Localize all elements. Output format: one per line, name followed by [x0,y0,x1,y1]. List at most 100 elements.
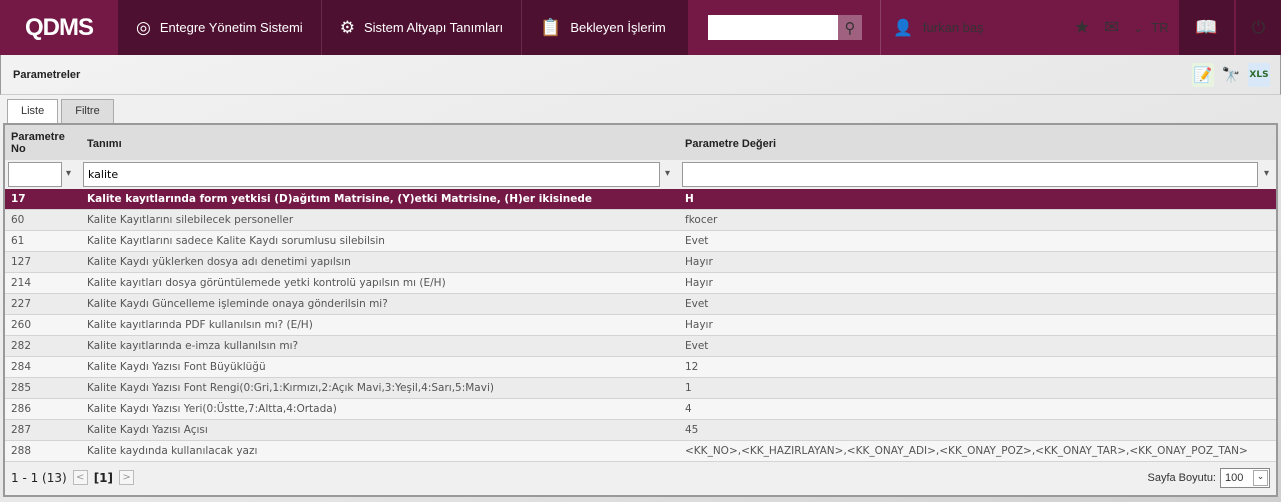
cell-deger: fkocer [685,214,718,226]
cell-no: 282 [11,340,32,352]
page-size-value: 100 [1225,472,1244,484]
user-icon: 👤 [893,19,913,37]
cell-deger: Hayır [685,319,713,331]
chevron-down-icon: ⌄ [1253,470,1268,486]
table-row[interactable]: 61 Kalite Kayıtlarını sadece Kalite Kaydı… [5,231,1276,252]
filter-icon[interactable]: ▾ [1264,168,1269,179]
cell-no: 214 [11,277,32,289]
cell-deger: Hayır [685,277,713,289]
cell-deger: 45 [685,424,699,436]
parameters-grid: Parametre No Tanımı Parametre Değeri ▾ ▾… [3,123,1278,497]
language-selector[interactable]: TR [1151,20,1168,35]
filter-tanimi-input[interactable] [83,162,660,187]
filter-no-input[interactable] [8,162,62,187]
search-input[interactable] [708,15,838,40]
cell-tanimi: Kalite Kaydı Güncelleme işleminde onaya … [87,298,388,310]
cell-tanimi: Kalite Kayıtlarını silebilecek personell… [87,214,294,226]
user-menu[interactable]: 👤 furkan baş [880,0,1060,55]
nav-sistem[interactable]: ⚙ Sistem Altyapı Tanımları [322,0,523,55]
page-size-select[interactable]: 100 ⌄ [1220,468,1270,488]
nav-bekleyen[interactable]: 📋 Bekleyen İşlerim [522,0,684,55]
pager: 1 - 1 (13) < [1] > [11,470,135,485]
edit-icon[interactable]: 📝 [1192,63,1214,87]
table-row[interactable]: 127 Kalite Kaydı yüklerken dosya adı dene… [5,252,1276,273]
mail-icon[interactable]: ✉ [1104,17,1119,38]
user-name: furkan baş [922,20,984,35]
cell-deger: Evet [685,298,709,310]
cell-no: 227 [11,298,32,310]
gear-icon: ⚙ [339,17,355,37]
cell-tanimi: Kalite Kaydı Yazısı Yeri(0:Üstte,7:Altta… [87,403,337,415]
tab-liste[interactable]: Liste [7,99,59,123]
page-size-label: Sayfa Boyutu: [1147,472,1217,484]
current-page[interactable]: [1] [94,471,113,485]
filter-deger-input[interactable] [682,162,1258,187]
cell-deger: 12 [685,361,699,373]
table-row[interactable]: 60 Kalite Kayıtlarını silebilecek persone… [5,210,1276,231]
cell-deger: H [685,193,694,205]
cell-no: 287 [11,424,32,436]
table-row[interactable]: 282 Kalite kayıtlarında e-imza kullanılsı… [5,336,1276,357]
q-icon: ◎ [136,17,151,37]
cell-no: 286 [11,403,32,415]
table-row[interactable]: 214 Kalite kayıtları dosya görüntülemede … [5,273,1276,294]
table-row[interactable]: 260 Kalite kayıtlarında PDF kullanılsın m… [5,315,1276,336]
binoculars-icon[interactable]: 🔭 [1220,63,1242,87]
column-header-no[interactable]: Parametre No [11,131,76,155]
filter-icon[interactable]: ▾ [665,168,670,179]
cell-tanimi: Kalite kayıtlarında e-imza kullanılsın m… [87,340,299,352]
search-icon[interactable]: ⚲ [838,15,862,40]
cell-no: 17 [11,193,26,205]
nav-label: Bekleyen İşlerim [570,20,666,35]
cell-no: 61 [11,235,25,247]
chevron-down-icon[interactable]: ⌄ [1133,21,1143,35]
table-row[interactable]: 286 Kalite Kaydı Yazısı Yeri(0:Üstte,7:Al… [5,399,1276,420]
prev-page-button[interactable]: < [72,470,88,485]
export-xls-icon[interactable]: XLS [1248,63,1270,87]
column-header-tanimi[interactable]: Tanımı [87,138,122,150]
table-row[interactable]: 227 Kalite Kaydı Güncelleme işleminde ona… [5,294,1276,315]
cell-deger: <KK_NO>,<KK_HAZIRLAYAN>,<KK_ONAY_ADI>,<K… [685,445,1248,457]
cell-tanimi: Kalite Kaydı Yazısı Font Rengi(0:Gri,1:K… [87,382,494,394]
table-row[interactable]: 288 Kalite kaydında kullanılacak yazı <KK_… [5,441,1276,462]
cell-tanimi: Kalite kayıtlarında PDF kullanılsın mı? … [87,319,313,331]
pager-range: 1 - 1 (13) [11,470,67,485]
nav-entegre[interactable]: ◎ Entegre Yönetim Sistemi [118,0,322,55]
cell-tanimi: Kalite kayıtlarında form yetkisi (D)ağıt… [87,193,592,205]
power-icon[interactable]: ⏻ [1235,0,1281,55]
column-header-deger[interactable]: Parametre Değeri [685,138,776,150]
cell-tanimi: Kalite kayıtları dosya görüntülemede yet… [87,277,446,289]
tab-filtre[interactable]: Filtre [61,99,114,123]
logo[interactable]: QDMS [0,0,118,55]
cell-deger: Hayır [685,256,713,268]
table-row[interactable]: 285 Kalite Kaydı Yazısı Font Rengi(0:Gri,… [5,378,1276,399]
table-row[interactable]: 287 Kalite Kaydı Yazısı Açısı 45 [5,420,1276,441]
cell-no: 127 [11,256,32,268]
nav-label: Sistem Altyapı Tanımları [363,20,504,35]
cell-tanimi: Kalite Kaydı yüklerken dosya adı denetim… [87,256,351,268]
nav-label: Entegre Yönetim Sistemi [159,20,303,35]
cell-tanimi: Kalite Kayıtlarını sadece Kalite Kaydı s… [87,235,385,247]
table-row[interactable]: 17 Kalite kayıtlarında form yetkisi (D)ağ… [5,189,1276,210]
help-book-icon[interactable]: 📖 [1179,0,1234,55]
table-row[interactable]: 284 Kalite Kaydı Yazısı Font Büyüklüğü 12 [5,357,1276,378]
cell-no: 285 [11,382,32,394]
next-page-button[interactable]: > [119,470,135,485]
filter-icon[interactable]: ▾ [66,168,71,179]
title-bar: Parametreler 📝 🔭 XLS [0,55,1281,95]
cell-tanimi: Kalite Kaydı Yazısı Font Büyüklüğü [87,361,266,373]
page-title: Parametreler [13,69,81,81]
grid-header: Parametre No Tanımı Parametre Değeri [5,125,1276,160]
cell-no: 60 [11,214,25,226]
cell-tanimi: Kalite Kaydı Yazısı Açısı [87,424,208,436]
cell-deger: 1 [685,382,692,394]
cell-no: 288 [11,445,32,457]
cell-no: 260 [11,319,32,331]
cell-deger: Evet [685,235,709,247]
cell-deger: Evet [685,340,709,352]
top-right: ⚲ 👤 furkan baş ★ ✉ ⌄ TR 📖 ⏻ [688,0,1281,55]
cell-no: 284 [11,361,32,373]
cell-tanimi: Kalite kaydında kullanılacak yazı [87,445,258,457]
cell-deger: 4 [685,403,692,415]
star-icon[interactable]: ★ [1074,17,1090,38]
